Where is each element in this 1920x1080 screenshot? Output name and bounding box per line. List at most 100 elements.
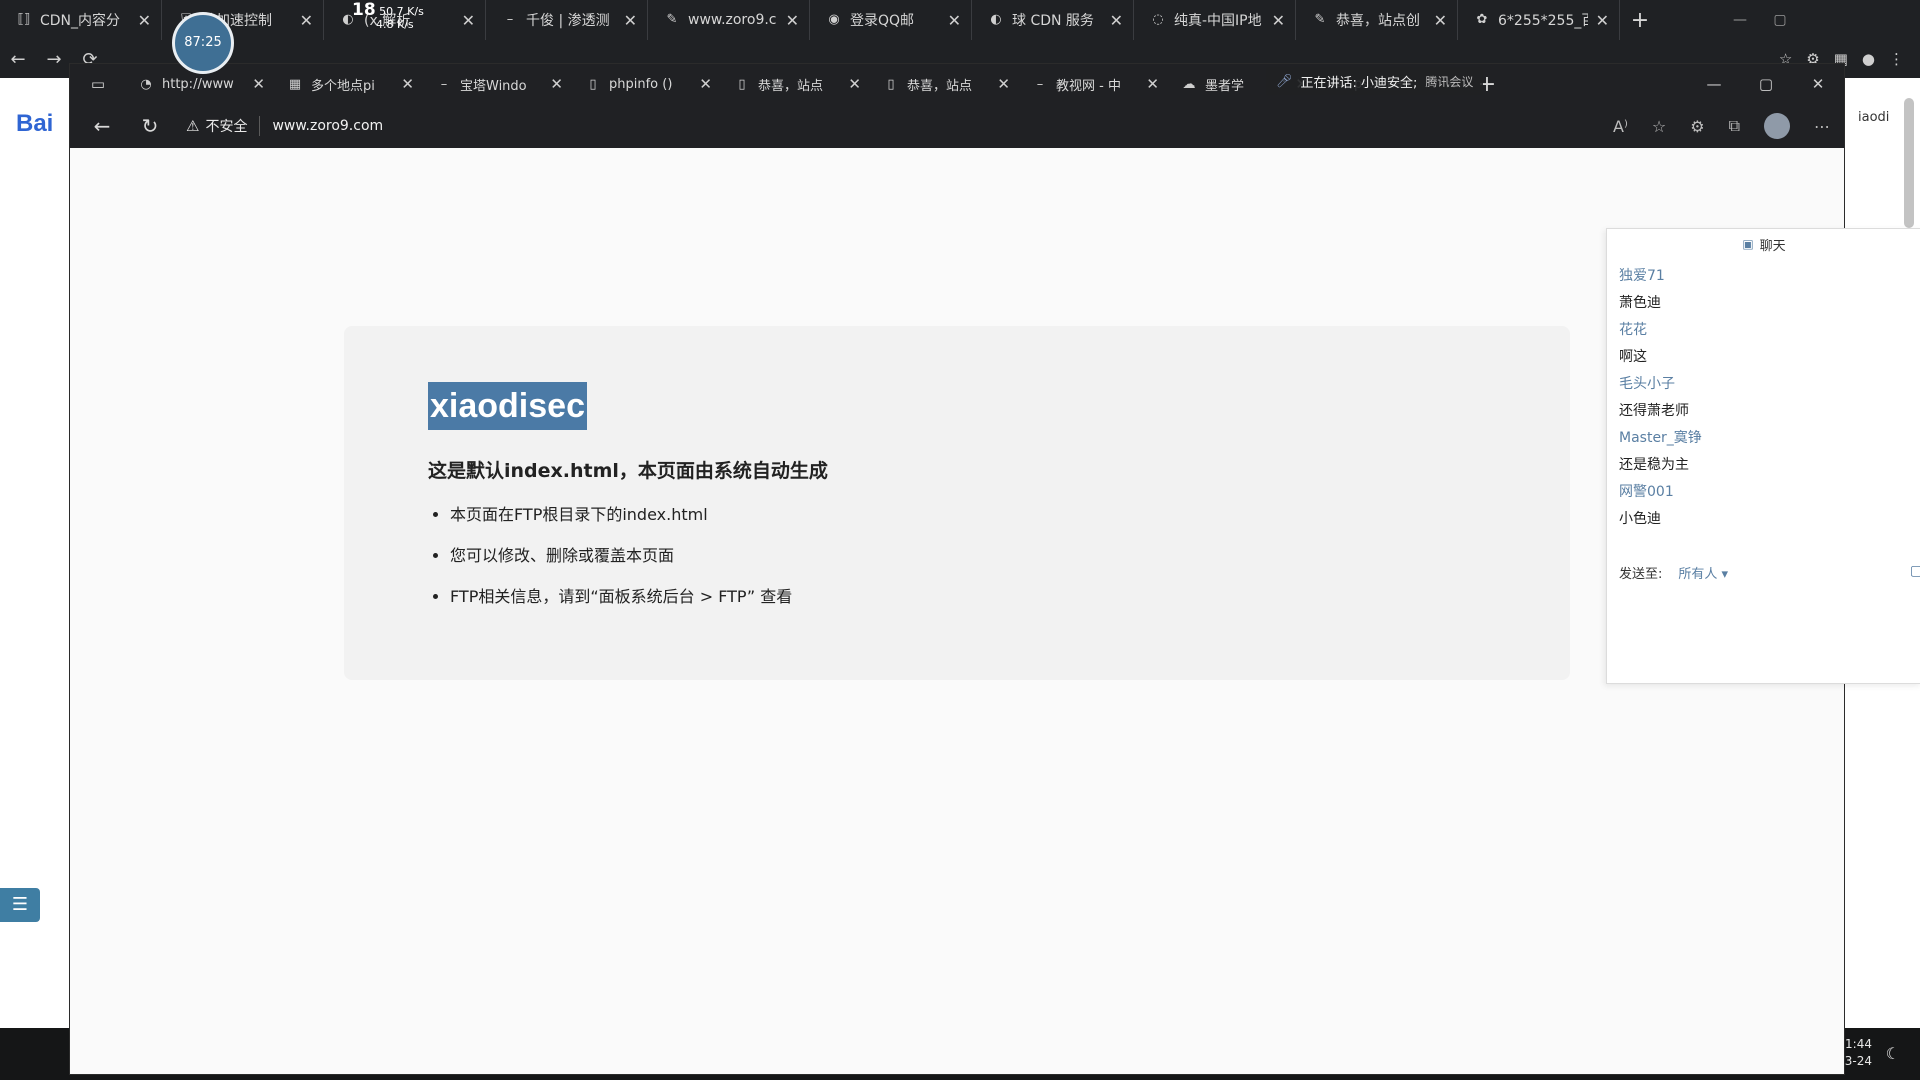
outer-tab[interactable]: ✎ 恭喜，站点创 ✕	[1296, 0, 1458, 40]
close-icon[interactable]: ✕	[848, 75, 861, 93]
close-icon[interactable]: ✕	[252, 75, 265, 93]
outer-tab[interactable]: ✎ www.zoro9.c ✕	[648, 0, 810, 40]
loading-icon: ◔	[140, 76, 152, 92]
maximize-icon[interactable]: ▢	[1760, 12, 1800, 28]
speaking-banner: 🎤︎ 正在讲话: 小迪安全; 腾讯会议	[1266, 67, 1484, 95]
chat-icon: ▣	[1742, 237, 1754, 251]
close-icon[interactable]: ✕	[1792, 75, 1844, 93]
tab-label: 登录QQ邮	[850, 13, 915, 29]
warning-icon: ⚠	[186, 117, 200, 135]
chat-member[interactable]: 花花	[1619, 319, 1647, 339]
more-icon[interactable]: ⋯	[1814, 117, 1830, 136]
tab-label: 多个地点pi	[311, 78, 375, 94]
inner-tab[interactable]: – 宝塔Windo ✕	[424, 64, 573, 104]
inner-tab[interactable]: ▯ phpinfo () ✕	[573, 64, 722, 104]
close-icon[interactable]: ✕	[300, 11, 313, 30]
tab-label: http://www	[162, 76, 234, 92]
security-indicator[interactable]: ⚠ 不安全	[186, 116, 261, 136]
send-to-row: 发送至: 所有人 ▾	[1619, 563, 1728, 582]
meeting-name: 腾讯会议	[1425, 74, 1474, 89]
collections-icon[interactable]: ⧉	[1729, 116, 1740, 136]
close-icon[interactable]: ✕	[462, 11, 475, 30]
scrollbar-thumb[interactable]	[1904, 98, 1914, 228]
paw-icon: ✿	[1476, 12, 1488, 27]
chat-member[interactable]: Master_寞铮	[1619, 427, 1702, 447]
profile-icon[interactable]: ●	[1862, 50, 1875, 68]
chat-member[interactable]: 毛头小子	[1619, 373, 1675, 393]
forward-icon[interactable]: →	[36, 49, 72, 70]
send-to-select[interactable]: 所有人 ▾	[1678, 563, 1728, 582]
chat-panel: ▣ 聊天 发送至: 所有人 ▾ ▢ 独爱71 萧色迪花花啊这毛头小子还得萧老师 Ma…	[1606, 228, 1920, 684]
inner-window-controls: — ▢ ✕	[1688, 64, 1844, 104]
back-icon[interactable]: ←	[0, 49, 36, 70]
close-icon[interactable]: ✕	[1146, 75, 1159, 93]
close-icon[interactable]: ✕	[1110, 11, 1123, 30]
feather-icon: ✎	[666, 12, 678, 27]
feather-icon: ✎	[1314, 12, 1326, 27]
minimize-icon[interactable]: —	[1720, 12, 1760, 28]
close-icon[interactable]: ✕	[997, 75, 1010, 93]
chat-title: 聊天	[1759, 238, 1786, 254]
outer-tab[interactable]: ◐ 球 CDN 服务 ✕	[972, 0, 1134, 40]
close-icon[interactable]: ✕	[786, 11, 799, 30]
back-icon[interactable]: ←	[78, 114, 126, 138]
side-menu-button[interactable]: ☰	[0, 888, 40, 922]
inner-tab[interactable]: ▯ 恭喜，站点 ✕	[871, 64, 1020, 104]
chat-popout-icon[interactable]: ▢	[1910, 563, 1920, 579]
maximize-icon[interactable]: ▢	[1740, 75, 1792, 93]
chat-member[interactable]: 小色迪	[1619, 508, 1661, 528]
side-username: iaodi	[1858, 110, 1890, 125]
qq-icon: ◉	[828, 12, 840, 27]
list-item: FTP相关信息，请到“面板系统后台 > FTP” 查看	[450, 586, 792, 608]
tab-label: phpinfo ()	[609, 76, 673, 92]
tab-actions-button[interactable]: ▭	[70, 64, 126, 104]
close-icon[interactable]: ✕	[1272, 11, 1285, 30]
outer-tab-bar: ⟦⟧CDN_内容分✕⛨站加速控制✕◐(x 解析✕–千俊 | 渗透测✕✎www.z…	[0, 0, 1920, 40]
chat-member[interactable]: 还是稳为主	[1619, 454, 1689, 474]
tab-label: 球 CDN 服务	[1012, 13, 1094, 29]
refresh-icon[interactable]: ↻	[126, 114, 174, 138]
chat-member[interactable]: 独爱71	[1619, 265, 1665, 285]
url-field[interactable]: www.zoro9.com	[272, 118, 383, 134]
recording-timer[interactable]: 87:25	[172, 12, 234, 74]
outer-tab[interactable]: ✿ 6*255*255_百 ✕	[1458, 0, 1620, 40]
outer-tab[interactable]: ◌ 纯真-中国IP地 ✕	[1134, 0, 1296, 40]
favorite-icon[interactable]: ☆	[1652, 117, 1666, 136]
tab-label: 千俊 | 渗透测	[526, 13, 610, 29]
close-icon[interactable]: ✕	[401, 75, 414, 93]
chat-member[interactable]: 网警001	[1619, 481, 1674, 501]
close-icon[interactable]: ✕	[550, 75, 563, 93]
moon-icon[interactable]: ☾	[1886, 1044, 1900, 1063]
close-icon[interactable]: ✕	[1434, 11, 1447, 30]
close-icon[interactable]: ✕	[624, 11, 637, 30]
chat-member[interactable]: 还得萧老师	[1619, 400, 1689, 420]
close-icon[interactable]: ✕	[1596, 11, 1609, 30]
menu-icon[interactable]: ⋮	[1889, 50, 1904, 68]
inner-tab[interactable]: ▯ 恭喜，站点 ✕	[722, 64, 871, 104]
speaking-text: 正在讲话: 小迪安全;	[1300, 75, 1418, 91]
tab-label: 教视网 - 中	[1056, 78, 1121, 94]
outer-tab[interactable]: – 千俊 | 渗透测 ✕	[486, 0, 648, 40]
close-icon[interactable]: ✕	[948, 11, 961, 30]
dash-icon: –	[506, 12, 514, 27]
page-icon: ▯	[887, 76, 895, 92]
new-tab-icon[interactable]: +	[1620, 8, 1660, 33]
chat-member[interactable]: 啊这	[1619, 346, 1647, 366]
profile-avatar[interactable]	[1764, 113, 1790, 139]
inner-tab[interactable]: – 教视网 - 中 ✕	[1020, 64, 1169, 104]
close-icon[interactable]: ✕	[699, 75, 712, 93]
tab-label: 恭喜，站点	[907, 78, 973, 94]
tab-label: CDN_内容分	[40, 13, 121, 29]
read-aloud-icon[interactable]: A⁾	[1613, 117, 1628, 136]
outer-tab[interactable]: ◉ 登录QQ邮 ✕	[810, 0, 972, 40]
page-icon: ▯	[589, 76, 597, 92]
outer-tab[interactable]: ⟦⟧ CDN_内容分 ✕	[0, 0, 162, 40]
tab-label: 恭喜，站点创	[1336, 13, 1420, 29]
chat-member[interactable]: 萧色迪	[1619, 292, 1661, 312]
extensions-icon[interactable]: ⚙	[1690, 117, 1704, 136]
inner-tab-bar: ▭ ◔ http://www ✕ ▦ 多个地点pi ✕ – 宝塔Windo ✕ ▯ phpinfo …	[70, 64, 1844, 104]
minimize-icon[interactable]: —	[1688, 75, 1740, 93]
inner-tab[interactable]: ▦ 多个地点pi ✕	[275, 64, 424, 104]
close-icon[interactable]: ✕	[138, 11, 151, 30]
speed-up: 50.7 K/s	[379, 5, 424, 18]
